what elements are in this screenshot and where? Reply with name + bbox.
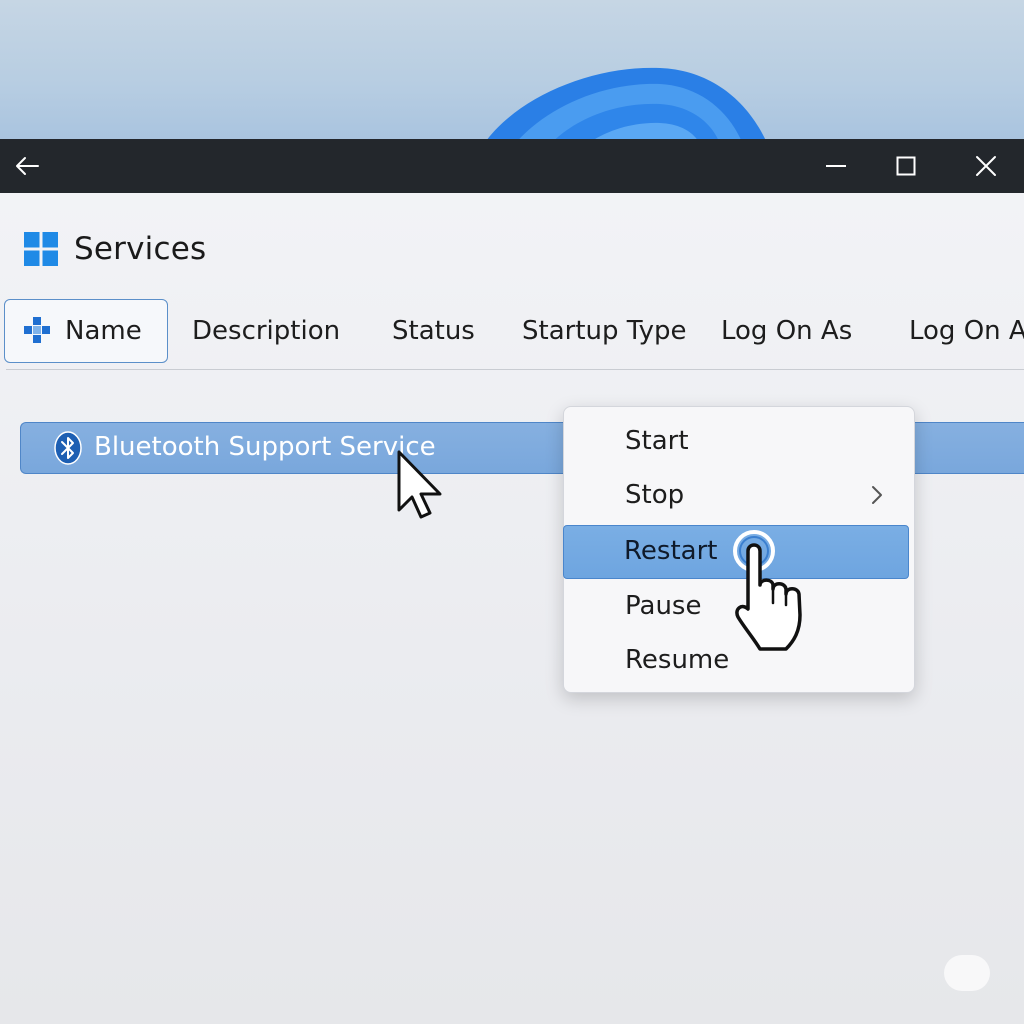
services-window: Services Name Description Status Startup… (0, 193, 1024, 1024)
close-icon (976, 156, 996, 176)
hand-pointer-cursor-icon (733, 530, 802, 651)
watermark-blob (944, 955, 990, 991)
arrow-cursor-icon (397, 450, 442, 519)
maximize-button[interactable] (876, 139, 936, 193)
services-gear-icon (24, 317, 50, 343)
menu-item-start[interactable]: Start (564, 414, 914, 468)
menu-item-label: Restart (624, 536, 718, 566)
column-header-status[interactable]: Status (392, 299, 475, 363)
maximize-icon (896, 156, 916, 176)
desktop-wallpaper (0, 0, 1024, 140)
menu-item-label: Resume (625, 645, 730, 675)
page-title: Services (74, 231, 207, 267)
menu-item-label: Stop (625, 480, 685, 510)
menu-item-label: Pause (625, 591, 702, 621)
column-header-log-on-as[interactable]: Log On As (721, 299, 852, 363)
window-header: Services (24, 229, 206, 269)
minimize-button[interactable] (806, 139, 866, 193)
bluetooth-icon (54, 431, 82, 465)
minimize-icon (826, 165, 846, 167)
column-header-label: Name (65, 316, 142, 346)
chevron-right-icon (872, 486, 882, 504)
close-button[interactable] (956, 139, 1016, 193)
column-header-log-on-as-2[interactable]: Log On A (909, 299, 1024, 363)
column-header-name[interactable]: Name (4, 299, 168, 363)
header-divider (6, 369, 1024, 370)
menu-item-label: Start (625, 426, 689, 456)
windows-logo-icon (24, 232, 58, 266)
service-name: Bluetooth Support Service (94, 432, 436, 462)
column-header-row: Name Description Status Startup Type Log… (0, 299, 1024, 363)
title-bar (0, 139, 1024, 193)
column-header-description[interactable]: Description (192, 299, 340, 363)
windows-bloom-wallpaper (486, 67, 766, 140)
back-button[interactable] (0, 139, 54, 193)
menu-item-stop[interactable]: Stop (564, 468, 914, 522)
back-arrow-icon (16, 157, 39, 175)
column-header-startup-type[interactable]: Startup Type (522, 299, 686, 363)
